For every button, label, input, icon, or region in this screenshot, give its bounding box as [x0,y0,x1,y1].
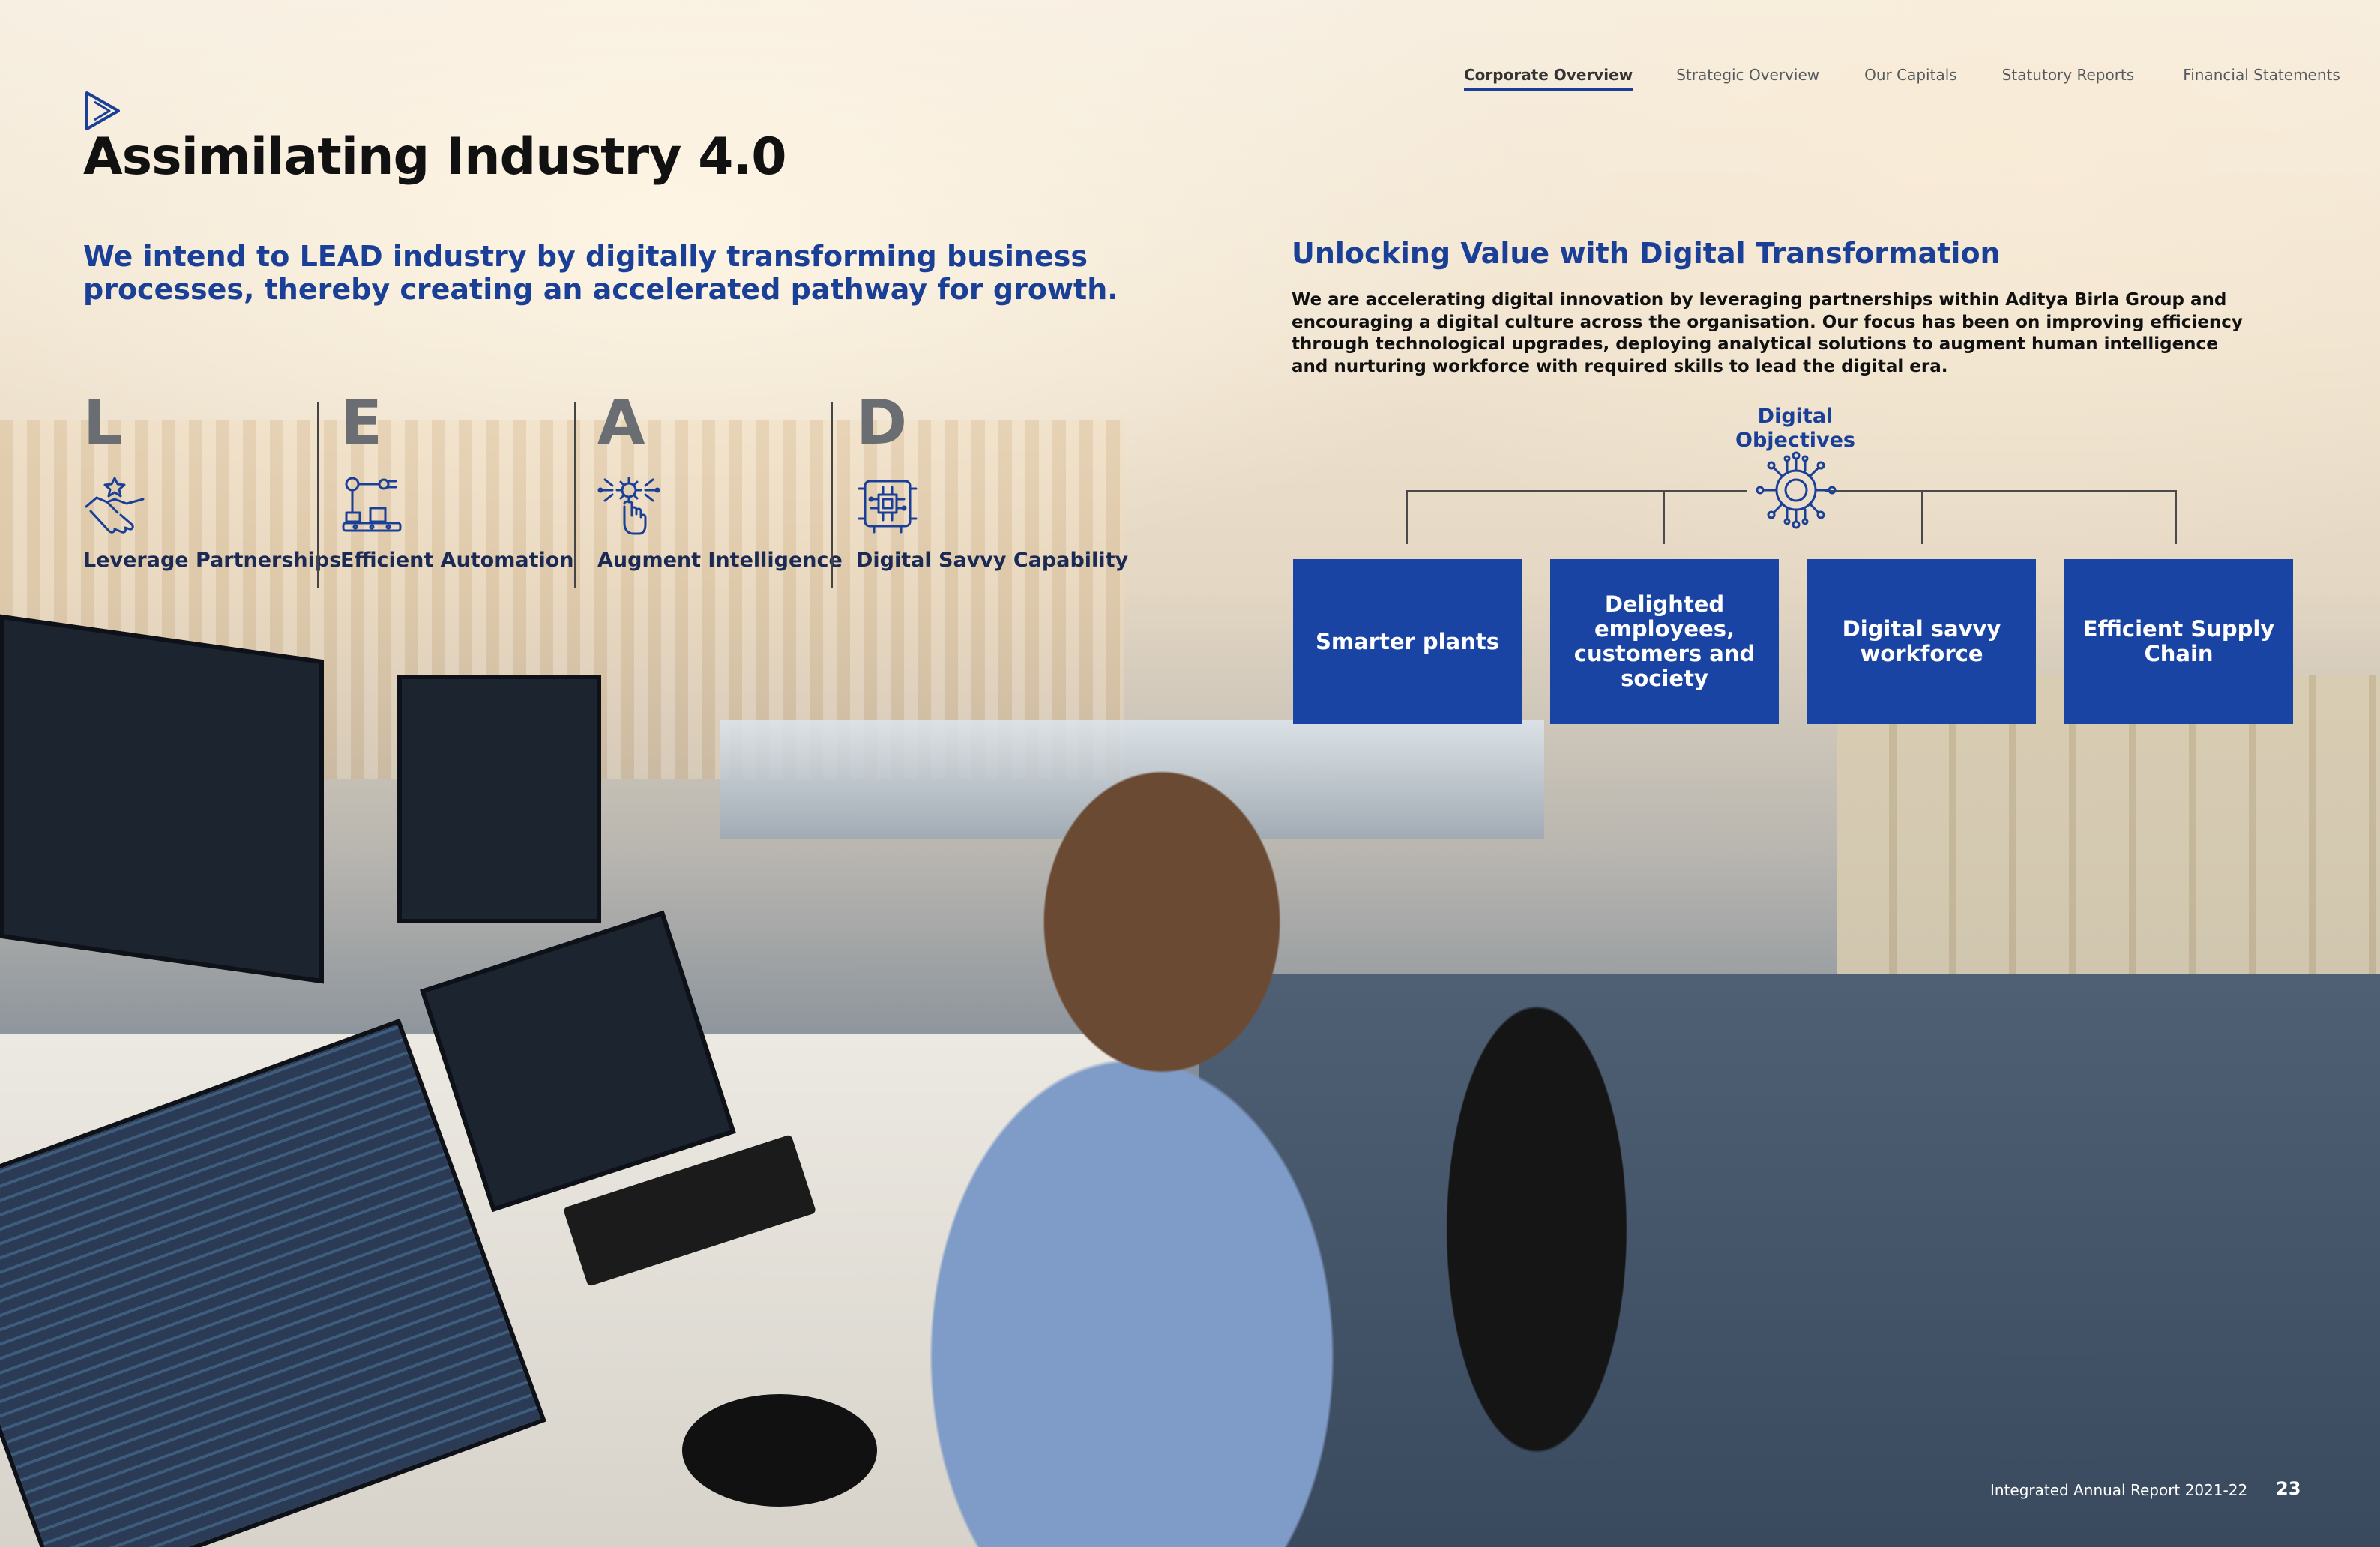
background-photo-monitor [0,614,324,984]
background-photo-monitor [0,1018,546,1547]
lead-letter: E [340,387,383,459]
lead-divider [574,402,576,588]
background-photo-monitor [397,675,601,923]
lead-label: Digital Savvy Capability [856,549,1129,572]
digital-transformation-body: We are accelerating digital innovation b… [1292,290,2243,376]
report-name: Integrated Annual Report 2021-22 [1990,1481,2248,1499]
background-photo-keyboard [562,1134,817,1287]
digital-objectives-label: Digital Objectives [1735,405,1855,452]
nav-tab-financial-statements[interactable]: Financial Statements [2183,66,2340,91]
background-photo-windows [720,720,1544,839]
network-hub-icon [1756,451,1837,529]
nav-tab-our-capitals[interactable]: Our Capitals [1864,66,1957,91]
robotic-arm-icon [342,477,402,532]
circuit-chip-icon [858,480,918,534]
nav-tab-corporate-overview[interactable]: Corporate Overview [1464,66,1633,91]
play-logo-icon [85,91,120,130]
background-photo-operator [847,757,1372,1547]
page-number: 23 [2276,1478,2301,1499]
background-photo-floor [1199,974,2380,1547]
objective-delighted-stakeholders: Delighted employees, customers and socie… [1550,559,1779,724]
nav-tab-statutory-reports[interactable]: Statutory Reports [2002,66,2135,91]
background-photo-blinds [0,420,1124,779]
background-photo-desk [0,1034,1124,1547]
background-photo-monitor [420,910,736,1213]
hand-gear-icon [597,477,660,535]
lead-letter: D [856,387,908,459]
objective-smarter-plants: Smarter plants [1293,559,1522,724]
lead-divider [831,402,833,588]
background-photo-chair [1402,869,1672,1547]
intro-statement: We intend to LEAD industry by digitally … [83,240,1118,306]
handshake-icon [85,477,145,534]
lead-divider [317,402,319,588]
section-nav: Corporate Overview Strategic Overview Ou… [1464,66,2340,91]
nav-tab-strategic-overview[interactable]: Strategic Overview [1676,66,1819,91]
lead-label: Augment Intelligence [597,549,843,572]
lead-letter: A [597,387,645,459]
objective-efficient-supply-chain: Efficient Supply Chain [2064,559,2293,724]
digital-transformation-heading: Unlocking Value with Digital Transformat… [1292,237,2001,270]
report-page: Corporate Overview Strategic Overview Ou… [0,0,2380,1547]
lead-letter: L [83,387,123,459]
background-photo-mousepad [682,1394,877,1507]
lead-label: Efficient Automation [340,549,574,572]
page-title: Assimilating Industry 4.0 [83,127,787,187]
objective-digital-savvy-workforce: Digital savvy workforce [1807,559,2036,724]
lead-label: Leverage Partnerships [83,549,342,572]
